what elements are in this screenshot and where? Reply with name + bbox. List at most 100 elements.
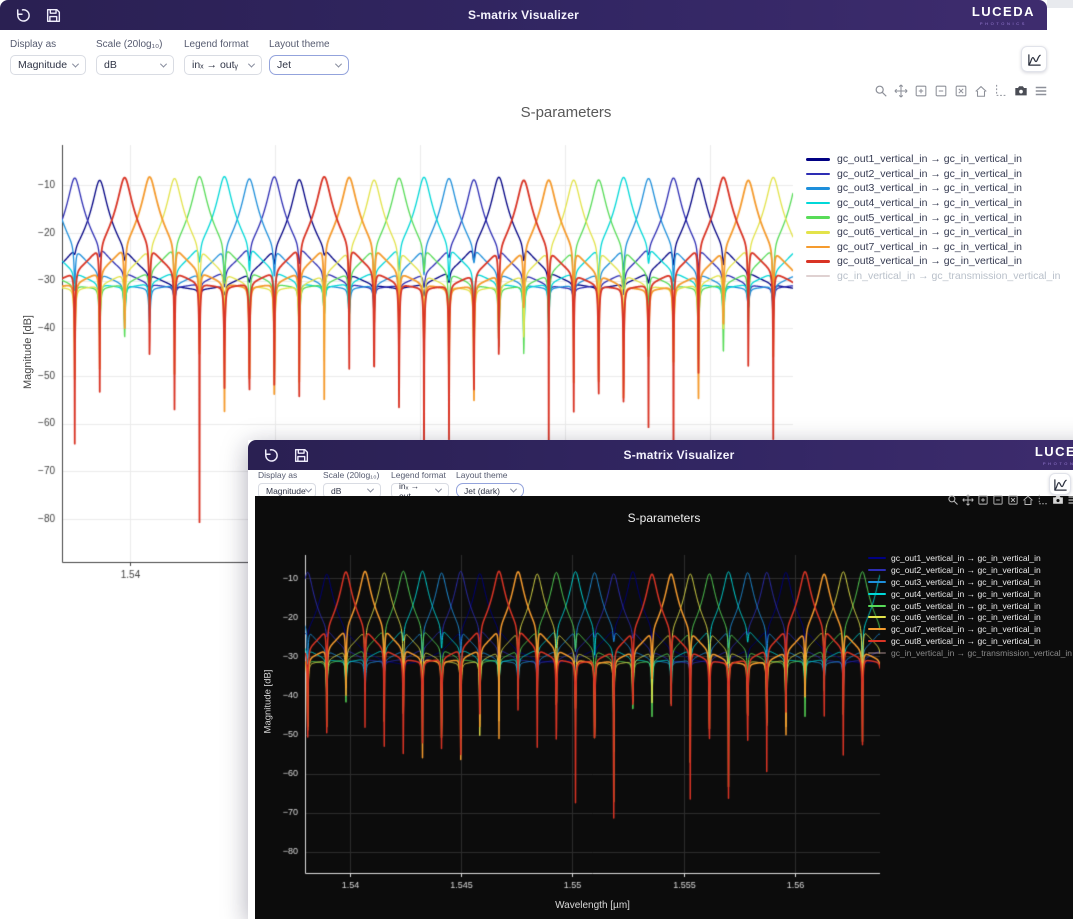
layout-theme-select[interactable]: Jet [269,55,349,75]
controls-toolbar: Display as Magnitude Scale (20log₁₀) dB … [0,30,1047,86]
legend-label: gc_out1_vertical_in → gc_in_vertical_in [837,153,1022,165]
line-chart-icon [1027,52,1042,67]
legend-swatch [868,640,886,642]
legend-item[interactable]: gc_out7_vertical_in → gc_in_vertical_in [806,240,1061,255]
logo-subtext: PHOTONICS [972,22,1035,26]
camera-icon[interactable] [1052,494,1064,506]
legend-label: gc_out3_vertical_in → gc_in_vertical_in [891,577,1041,587]
zoom-icon[interactable] [874,84,888,98]
chevron-down-icon [72,60,79,67]
zoom-out-icon[interactable] [992,494,1004,506]
sparameters-plot-canvas[interactable] [255,545,935,905]
legend-item[interactable]: gc_out3_vertical_in → gc_in_vertical_in [806,181,1061,196]
legend-swatch [868,593,886,595]
luceda-logo: LUCEDA PHOTONICS [972,4,1035,26]
legend-swatch [806,173,830,176]
legend-label: gc_out7_vertical_in → gc_in_vertical_in [837,241,1022,253]
display-as-control: Display as Magnitude [258,470,316,498]
legend-item[interactable]: gc_out6_vertical_in → gc_in_vertical_in [868,611,1072,623]
legend-item[interactable]: gc_out2_vertical_in → gc_in_vertical_in [868,564,1072,576]
legend-item[interactable]: gc_out6_vertical_in → gc_in_vertical_in [806,225,1061,240]
pan-icon[interactable] [894,84,908,98]
zoom-out-icon[interactable] [934,84,948,98]
display-as-select[interactable]: Magnitude [10,55,86,75]
legend-swatch [868,557,886,559]
chevron-down-icon [435,486,442,493]
chevron-down-icon [160,60,167,67]
legend-label: gc_in_vertical_in → gc_transmission_vert… [837,270,1061,282]
legend-label: gc_out5_vertical_in → gc_in_vertical_in [837,212,1022,224]
legend-item[interactable]: gc_out4_vertical_in → gc_in_vertical_in [868,588,1072,600]
legend-format-control: Legend format inₓ → outᵧ [184,39,262,75]
autoscale-icon[interactable] [954,84,968,98]
zoom-in-icon[interactable] [914,84,928,98]
legend-label: gc_out6_vertical_in → gc_in_vertical_in [837,226,1022,238]
logo-text: LUCEDA [972,4,1035,19]
reset-axes-icon[interactable] [1022,494,1034,506]
open-plot-button[interactable] [1049,473,1071,495]
legend-swatch [806,246,830,249]
legend-item[interactable]: gc_out2_vertical_in → gc_in_vertical_in [806,167,1061,182]
legend-label: gc_out1_vertical_in → gc_in_vertical_in [891,553,1041,563]
legend-item[interactable]: gc_out8_vertical_in → gc_in_vertical_in [868,635,1072,647]
layout-theme-control: Layout theme Jet [269,39,349,75]
autoscale-icon[interactable] [1007,494,1019,506]
legend-item[interactable]: gc_out5_vertical_in → gc_in_vertical_in [868,600,1072,612]
legend-item[interactable]: gc_out7_vertical_in → gc_in_vertical_in [868,623,1072,635]
spikelines-icon[interactable] [994,84,1008,98]
titlebar: S-matrix Visualizer LUCEDA PHOTONICS [248,440,1073,470]
legend-item[interactable]: gc_out8_vertical_in → gc_in_vertical_in [806,254,1061,269]
layout-theme-label: Layout theme [456,470,524,480]
legend-item[interactable]: gc_out5_vertical_in → gc_in_vertical_in [806,210,1061,225]
camera-icon[interactable] [1014,84,1028,98]
zoom-in-icon[interactable] [977,494,989,506]
open-plot-button[interactable] [1021,46,1047,72]
legend-label: gc_out4_vertical_in → gc_in_vertical_in [891,589,1041,599]
spikelines-icon[interactable] [1037,494,1049,506]
logo-text: LUCEDA [1035,444,1073,459]
display-as-value: Magnitude [18,59,67,71]
window-title: S-matrix Visualizer [248,448,1073,462]
legend-swatch [868,581,886,583]
legend-label: gc_out6_vertical_in → gc_in_vertical_in [891,612,1041,622]
legend-label: gc_out7_vertical_in → gc_in_vertical_in [891,624,1041,634]
zoom-icon[interactable] [947,494,959,506]
legend-swatch [868,628,886,630]
scale-label: Scale (20log₁₀) [96,39,174,50]
legend-format-value: inₓ → outᵧ [192,59,238,71]
legend-item[interactable]: gc_out1_vertical_in → gc_in_vertical_in [806,152,1061,167]
legend-format-label: Legend format [184,39,262,50]
legend-swatch [806,231,830,234]
scale-control: Scale (20log₁₀) dB [96,39,174,75]
legend-format-select[interactable]: inₓ → outᵧ [184,55,262,75]
layout-theme-control: Layout theme Jet (dark) [456,470,524,498]
layout-theme-value: Jet (dark) [464,486,500,496]
plot-legend: gc_out1_vertical_in → gc_in_vertical_ing… [868,552,1072,659]
scale-select[interactable]: dB [96,55,174,75]
plot-title: S-parameters [62,104,1070,121]
pan-icon[interactable] [962,494,974,506]
legend-item[interactable]: gc_in_vertical_in → gc_transmission_vert… [806,269,1061,284]
legend-item[interactable]: gc_out3_vertical_in → gc_in_vertical_in [868,576,1072,588]
chevron-down-icon [510,486,517,493]
controls-toolbar: Display as Magnitude Scale (20log₁₀) dB … [248,470,1073,496]
plotly-logo-icon[interactable] [1067,494,1073,506]
legend-swatch [806,158,830,161]
logo-subtext: PHOTONICS [1035,462,1073,466]
plotly-logo-icon[interactable] [1034,84,1048,98]
legend-swatch [868,605,886,607]
legend-item[interactable]: gc_out1_vertical_in → gc_in_vertical_in [868,552,1072,564]
plot-legend: gc_out1_vertical_in → gc_in_vertical_ing… [806,152,1061,283]
display-as-control: Display as Magnitude [10,39,86,75]
plot-modebar [947,494,1073,506]
legend-label: gc_out2_vertical_in → gc_in_vertical_in [837,168,1022,180]
legend-item[interactable]: gc_in_vertical_in → gc_transmission_vert… [868,647,1072,659]
scale-label: Scale (20log₁₀) [323,470,381,480]
legend-swatch [806,187,830,190]
desktop: S-matrix Visualizer LUCEDA PHOTONICS Dis… [0,0,1073,919]
legend-label: gc_out5_vertical_in → gc_in_vertical_in [891,601,1041,611]
legend-item[interactable]: gc_out4_vertical_in → gc_in_vertical_in [806,196,1061,211]
reset-axes-icon[interactable] [974,84,988,98]
legend-swatch [806,260,830,263]
legend-swatch [868,569,886,571]
